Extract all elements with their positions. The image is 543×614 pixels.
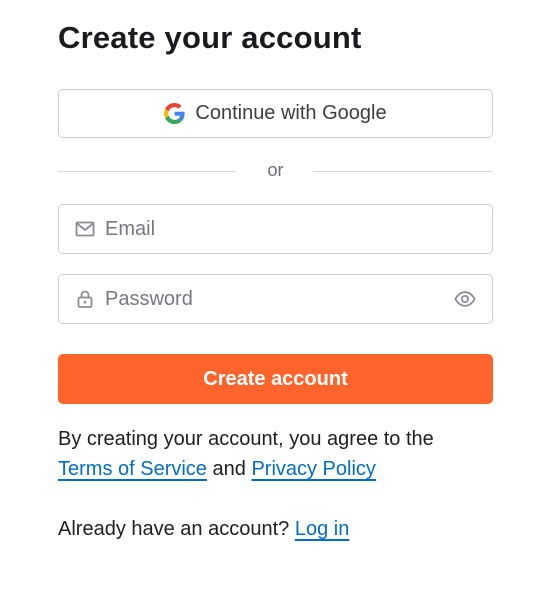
signup-page: Create your account Continue with Google… [0,0,543,614]
password-input[interactable] [105,287,454,311]
log-in-link[interactable]: Log in [295,518,350,540]
mail-icon [75,221,95,237]
login-prompt: Already have an account? Log in [58,514,349,544]
privacy-policy-link[interactable]: Privacy Policy [251,458,375,480]
email-input[interactable] [105,217,476,241]
email-field-container[interactable] [58,204,493,254]
google-g-icon [164,103,185,124]
lock-icon [77,290,93,308]
terms-prefix: By creating your account, you agree to t… [58,428,434,450]
eye-icon[interactable] [454,288,476,310]
divider-line-right [313,171,493,172]
password-field-container[interactable] [58,274,493,324]
create-account-button[interactable]: Create account [58,354,493,404]
terms-of-service-link[interactable]: Terms of Service [58,458,207,480]
login-prompt-text: Already have an account? [58,518,290,540]
terms-notice: By creating your account, you agree to t… [58,424,498,484]
google-button-label: Continue with Google [195,102,387,124]
terms-conjunction: and [212,458,246,480]
or-divider: or [58,158,493,184]
continue-with-google-button[interactable]: Continue with Google [58,89,493,138]
page-title: Create your account [58,20,362,55]
